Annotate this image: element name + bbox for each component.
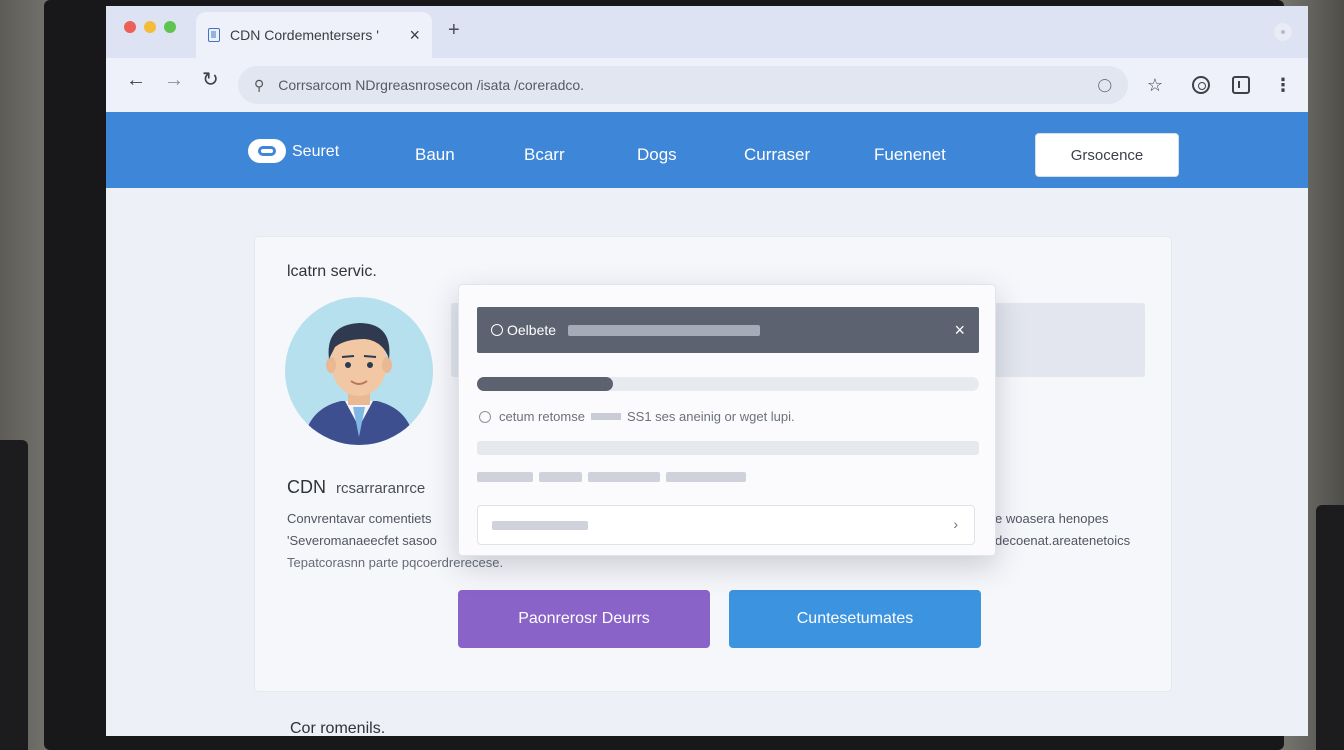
bookmark-star-icon[interactable]: ☆ — [1144, 74, 1166, 96]
forward-arrow-icon[interactable]: → — [164, 70, 184, 90]
new-tab-button[interactable]: + — [448, 20, 460, 40]
progress-bar-fill — [477, 377, 613, 391]
skeleton-chip — [588, 472, 660, 482]
dialog-close-icon[interactable]: × — [954, 321, 965, 339]
tab-close-icon[interactable]: × — [409, 26, 420, 44]
cdn-heading: CDN rcsarraranrce — [287, 477, 425, 498]
chevron-right-icon: › — [953, 516, 958, 532]
page-favicon-icon — [208, 28, 220, 42]
address-bar[interactable]: ⚲ Corrsarcom NDrgreasnrosecon /isata /co… — [238, 66, 1128, 104]
user-avatar — [285, 297, 433, 445]
skeleton-chip — [477, 472, 533, 482]
browser-window: CDN Cordementersers ' × + ← → ↻ ⚲ Corrsa… — [106, 6, 1308, 736]
sidebar-toggle-icon[interactable] — [1230, 74, 1252, 96]
close-window-button[interactable] — [124, 21, 136, 33]
profile-icon[interactable] — [1274, 23, 1292, 41]
browser-tab[interactable]: CDN Cordementersers ' × — [196, 12, 432, 58]
cdn-heading-subtitle: rcsarraranrce — [336, 480, 426, 497]
body-text-line: Convrentavar comentiets — [287, 511, 432, 526]
tab-strip: CDN Cordementersers ' × + — [106, 6, 1308, 58]
skeleton-chip — [539, 472, 582, 482]
status-text-right: SS1 ses aneinig or wget lupi. — [626, 409, 795, 424]
cdn-heading-title: CDN — [287, 477, 326, 497]
monitor-bezel: CDN Cordementersers ' × + ← → ↻ ⚲ Corrsa… — [44, 0, 1308, 750]
body-text-line-right: decoenat.areatenetoics — [995, 533, 1131, 548]
comments-heading: Cor romenils. — [290, 720, 386, 736]
dialog-radio-icon — [491, 324, 503, 336]
side-object-left — [0, 440, 28, 750]
search-icon: ⚲ — [254, 76, 265, 93]
card-title: lcatrn servic. — [287, 263, 377, 280]
dialog-header: Oelbete × — [477, 307, 979, 353]
browser-menu-icon[interactable]: ⋮ — [1272, 74, 1294, 96]
nav-cta-button[interactable]: Grsocence — [1035, 133, 1179, 177]
dialog-title-placeholder — [568, 324, 761, 336]
tab-title: CDN Cordementersers ' — [230, 27, 379, 43]
nav-link-4[interactable]: Curraser — [744, 145, 810, 165]
side-object-right — [1316, 505, 1344, 750]
nav-link-3[interactable]: Dogs — [637, 145, 677, 165]
dialog-select[interactable]: › — [477, 505, 975, 545]
person-illustration-icon — [303, 323, 415, 445]
browser-toolbar: ← → ↻ ⚲ Corrsarcom NDrgreasnrosecon /isa… — [106, 58, 1308, 112]
extensions-icon[interactable] — [1190, 74, 1212, 96]
progress-bar — [477, 377, 979, 391]
nav-link-5[interactable]: Fuenenet — [874, 145, 946, 165]
status-row: cetum retomse SS1 ses aneinig or wget lu… — [479, 409, 795, 424]
modal-dialog: Oelbete × cetum retomse SS1 ses aneinig … — [458, 284, 996, 556]
nav-link-1[interactable]: Baun — [415, 145, 455, 165]
body-text-line: Tepatcorasnn parte pqcoerdrerecese. — [287, 555, 504, 570]
back-arrow-icon[interactable]: ← — [126, 70, 146, 90]
dialog-title: Oelbete — [507, 322, 557, 338]
skeleton-chip — [666, 472, 746, 482]
select-value-placeholder — [492, 521, 588, 530]
body-text-line-right: e woasera henopes — [995, 511, 1109, 526]
body-text-line: 'Severomanaeecfet sasoo — [287, 533, 437, 548]
secondary-action-button[interactable]: Cuntesetumates — [729, 590, 981, 648]
nav-link-2[interactable]: Bcarr — [524, 145, 565, 165]
primary-action-button[interactable]: Paonrerosr Deurrs — [458, 590, 710, 648]
reload-icon[interactable]: ↻ — [202, 70, 219, 90]
status-placeholder — [590, 413, 621, 420]
site-brand[interactable]: Seuret — [292, 143, 339, 161]
site-logo-icon[interactable] — [248, 139, 286, 163]
skeleton-line — [477, 441, 979, 455]
maximize-window-button[interactable] — [164, 21, 176, 33]
url-text[interactable]: Corrsarcom NDrgreasnrosecon /isata /core… — [278, 77, 1097, 93]
minimize-window-button[interactable] — [144, 21, 156, 33]
status-text-left: cetum retomse — [499, 409, 585, 424]
status-radio-icon[interactable] — [479, 410, 491, 423]
site-navigation: Seuret Baun Bcarr Dogs Curraser Fuenenet… — [106, 112, 1308, 188]
site-info-icon[interactable]: ◯ — [1097, 77, 1112, 93]
